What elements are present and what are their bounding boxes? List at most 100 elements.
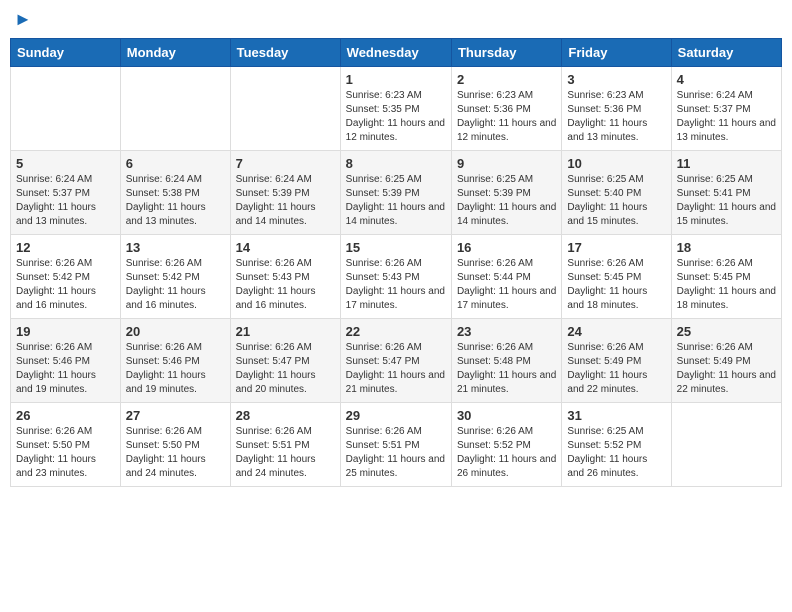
calendar-week-1: 1 Sunrise: 6:23 AM Sunset: 5:35 PM Dayli… xyxy=(11,66,782,150)
day-info: Sunrise: 6:26 AM Sunset: 5:42 PM Dayligh… xyxy=(16,258,96,311)
day-number: 18 xyxy=(677,240,776,255)
header-friday: Friday xyxy=(562,38,671,66)
day-number: 26 xyxy=(16,408,115,423)
day-info: Sunrise: 6:26 AM Sunset: 5:45 PM Dayligh… xyxy=(677,258,776,311)
page-header: ► xyxy=(10,10,782,30)
calendar-cell: 12 Sunrise: 6:26 AM Sunset: 5:42 PM Dayl… xyxy=(11,234,121,318)
day-number: 9 xyxy=(457,156,556,171)
day-number: 4 xyxy=(677,72,776,87)
calendar-cell: 17 Sunrise: 6:26 AM Sunset: 5:45 PM Dayl… xyxy=(562,234,671,318)
calendar-cell xyxy=(11,66,121,150)
day-number: 10 xyxy=(567,156,665,171)
day-number: 1 xyxy=(346,72,446,87)
day-number: 5 xyxy=(16,156,115,171)
day-info: Sunrise: 6:26 AM Sunset: 5:47 PM Dayligh… xyxy=(346,342,445,395)
calendar-cell: 5 Sunrise: 6:24 AM Sunset: 5:37 PM Dayli… xyxy=(11,150,121,234)
day-number: 23 xyxy=(457,324,556,339)
day-info: Sunrise: 6:26 AM Sunset: 5:48 PM Dayligh… xyxy=(457,342,556,395)
calendar-cell: 30 Sunrise: 6:26 AM Sunset: 5:52 PM Dayl… xyxy=(451,402,561,486)
calendar-cell: 26 Sunrise: 6:26 AM Sunset: 5:50 PM Dayl… xyxy=(11,402,121,486)
day-number: 13 xyxy=(126,240,225,255)
calendar-cell: 2 Sunrise: 6:23 AM Sunset: 5:36 PM Dayli… xyxy=(451,66,561,150)
day-info: Sunrise: 6:26 AM Sunset: 5:43 PM Dayligh… xyxy=(236,258,316,311)
day-number: 30 xyxy=(457,408,556,423)
day-info: Sunrise: 6:24 AM Sunset: 5:39 PM Dayligh… xyxy=(236,174,316,227)
day-info: Sunrise: 6:26 AM Sunset: 5:44 PM Dayligh… xyxy=(457,258,556,311)
day-info: Sunrise: 6:26 AM Sunset: 5:42 PM Dayligh… xyxy=(126,258,206,311)
calendar-cell: 22 Sunrise: 6:26 AM Sunset: 5:47 PM Dayl… xyxy=(340,318,451,402)
calendar-cell: 8 Sunrise: 6:25 AM Sunset: 5:39 PM Dayli… xyxy=(340,150,451,234)
day-info: Sunrise: 6:26 AM Sunset: 5:50 PM Dayligh… xyxy=(16,426,96,479)
day-info: Sunrise: 6:26 AM Sunset: 5:46 PM Dayligh… xyxy=(16,342,96,395)
header-tuesday: Tuesday xyxy=(230,38,340,66)
calendar-cell xyxy=(120,66,230,150)
calendar-cell: 31 Sunrise: 6:25 AM Sunset: 5:52 PM Dayl… xyxy=(562,402,671,486)
header-thursday: Thursday xyxy=(451,38,561,66)
day-info: Sunrise: 6:26 AM Sunset: 5:52 PM Dayligh… xyxy=(457,426,556,479)
logo: ► xyxy=(14,10,32,30)
day-number: 12 xyxy=(16,240,115,255)
day-number: 16 xyxy=(457,240,556,255)
calendar-cell: 14 Sunrise: 6:26 AM Sunset: 5:43 PM Dayl… xyxy=(230,234,340,318)
calendar-cell: 24 Sunrise: 6:26 AM Sunset: 5:49 PM Dayl… xyxy=(562,318,671,402)
day-number: 24 xyxy=(567,324,665,339)
calendar-header-row: SundayMondayTuesdayWednesdayThursdayFrid… xyxy=(11,38,782,66)
calendar-week-4: 19 Sunrise: 6:26 AM Sunset: 5:46 PM Dayl… xyxy=(11,318,782,402)
header-saturday: Saturday xyxy=(671,38,781,66)
day-number: 17 xyxy=(567,240,665,255)
day-info: Sunrise: 6:24 AM Sunset: 5:37 PM Dayligh… xyxy=(677,90,776,143)
calendar-cell xyxy=(671,402,781,486)
day-info: Sunrise: 6:26 AM Sunset: 5:51 PM Dayligh… xyxy=(346,426,445,479)
day-info: Sunrise: 6:26 AM Sunset: 5:49 PM Dayligh… xyxy=(677,342,776,395)
calendar-cell: 29 Sunrise: 6:26 AM Sunset: 5:51 PM Dayl… xyxy=(340,402,451,486)
day-number: 14 xyxy=(236,240,335,255)
calendar-cell: 9 Sunrise: 6:25 AM Sunset: 5:39 PM Dayli… xyxy=(451,150,561,234)
day-number: 21 xyxy=(236,324,335,339)
calendar-cell: 21 Sunrise: 6:26 AM Sunset: 5:47 PM Dayl… xyxy=(230,318,340,402)
day-info: Sunrise: 6:26 AM Sunset: 5:45 PM Dayligh… xyxy=(567,258,647,311)
day-number: 19 xyxy=(16,324,115,339)
calendar-cell: 28 Sunrise: 6:26 AM Sunset: 5:51 PM Dayl… xyxy=(230,402,340,486)
day-info: Sunrise: 6:26 AM Sunset: 5:51 PM Dayligh… xyxy=(236,426,316,479)
day-number: 8 xyxy=(346,156,446,171)
day-info: Sunrise: 6:26 AM Sunset: 5:47 PM Dayligh… xyxy=(236,342,316,395)
day-info: Sunrise: 6:26 AM Sunset: 5:46 PM Dayligh… xyxy=(126,342,206,395)
calendar-cell: 10 Sunrise: 6:25 AM Sunset: 5:40 PM Dayl… xyxy=(562,150,671,234)
calendar-cell: 19 Sunrise: 6:26 AM Sunset: 5:46 PM Dayl… xyxy=(11,318,121,402)
calendar-cell: 23 Sunrise: 6:26 AM Sunset: 5:48 PM Dayl… xyxy=(451,318,561,402)
calendar-cell: 18 Sunrise: 6:26 AM Sunset: 5:45 PM Dayl… xyxy=(671,234,781,318)
calendar-cell xyxy=(230,66,340,150)
calendar-cell: 1 Sunrise: 6:23 AM Sunset: 5:35 PM Dayli… xyxy=(340,66,451,150)
day-info: Sunrise: 6:24 AM Sunset: 5:38 PM Dayligh… xyxy=(126,174,206,227)
day-number: 27 xyxy=(126,408,225,423)
calendar-cell: 6 Sunrise: 6:24 AM Sunset: 5:38 PM Dayli… xyxy=(120,150,230,234)
day-number: 31 xyxy=(567,408,665,423)
day-number: 22 xyxy=(346,324,446,339)
calendar-cell: 4 Sunrise: 6:24 AM Sunset: 5:37 PM Dayli… xyxy=(671,66,781,150)
header-wednesday: Wednesday xyxy=(340,38,451,66)
calendar-cell: 7 Sunrise: 6:24 AM Sunset: 5:39 PM Dayli… xyxy=(230,150,340,234)
calendar-week-3: 12 Sunrise: 6:26 AM Sunset: 5:42 PM Dayl… xyxy=(11,234,782,318)
calendar-cell: 27 Sunrise: 6:26 AM Sunset: 5:50 PM Dayl… xyxy=(120,402,230,486)
day-info: Sunrise: 6:26 AM Sunset: 5:50 PM Dayligh… xyxy=(126,426,206,479)
calendar-cell: 13 Sunrise: 6:26 AM Sunset: 5:42 PM Dayl… xyxy=(120,234,230,318)
calendar-week-2: 5 Sunrise: 6:24 AM Sunset: 5:37 PM Dayli… xyxy=(11,150,782,234)
calendar-cell: 11 Sunrise: 6:25 AM Sunset: 5:41 PM Dayl… xyxy=(671,150,781,234)
calendar-table: SundayMondayTuesdayWednesdayThursdayFrid… xyxy=(10,38,782,487)
day-info: Sunrise: 6:23 AM Sunset: 5:36 PM Dayligh… xyxy=(457,90,556,143)
day-info: Sunrise: 6:26 AM Sunset: 5:49 PM Dayligh… xyxy=(567,342,647,395)
day-number: 11 xyxy=(677,156,776,171)
day-number: 15 xyxy=(346,240,446,255)
header-monday: Monday xyxy=(120,38,230,66)
calendar-cell: 3 Sunrise: 6:23 AM Sunset: 5:36 PM Dayli… xyxy=(562,66,671,150)
day-number: 6 xyxy=(126,156,225,171)
day-info: Sunrise: 6:25 AM Sunset: 5:40 PM Dayligh… xyxy=(567,174,647,227)
day-info: Sunrise: 6:23 AM Sunset: 5:36 PM Dayligh… xyxy=(567,90,647,143)
day-number: 2 xyxy=(457,72,556,87)
calendar-cell: 16 Sunrise: 6:26 AM Sunset: 5:44 PM Dayl… xyxy=(451,234,561,318)
day-info: Sunrise: 6:25 AM Sunset: 5:39 PM Dayligh… xyxy=(346,174,445,227)
calendar-cell: 20 Sunrise: 6:26 AM Sunset: 5:46 PM Dayl… xyxy=(120,318,230,402)
day-info: Sunrise: 6:25 AM Sunset: 5:52 PM Dayligh… xyxy=(567,426,647,479)
day-info: Sunrise: 6:23 AM Sunset: 5:35 PM Dayligh… xyxy=(346,90,445,143)
day-info: Sunrise: 6:24 AM Sunset: 5:37 PM Dayligh… xyxy=(16,174,96,227)
